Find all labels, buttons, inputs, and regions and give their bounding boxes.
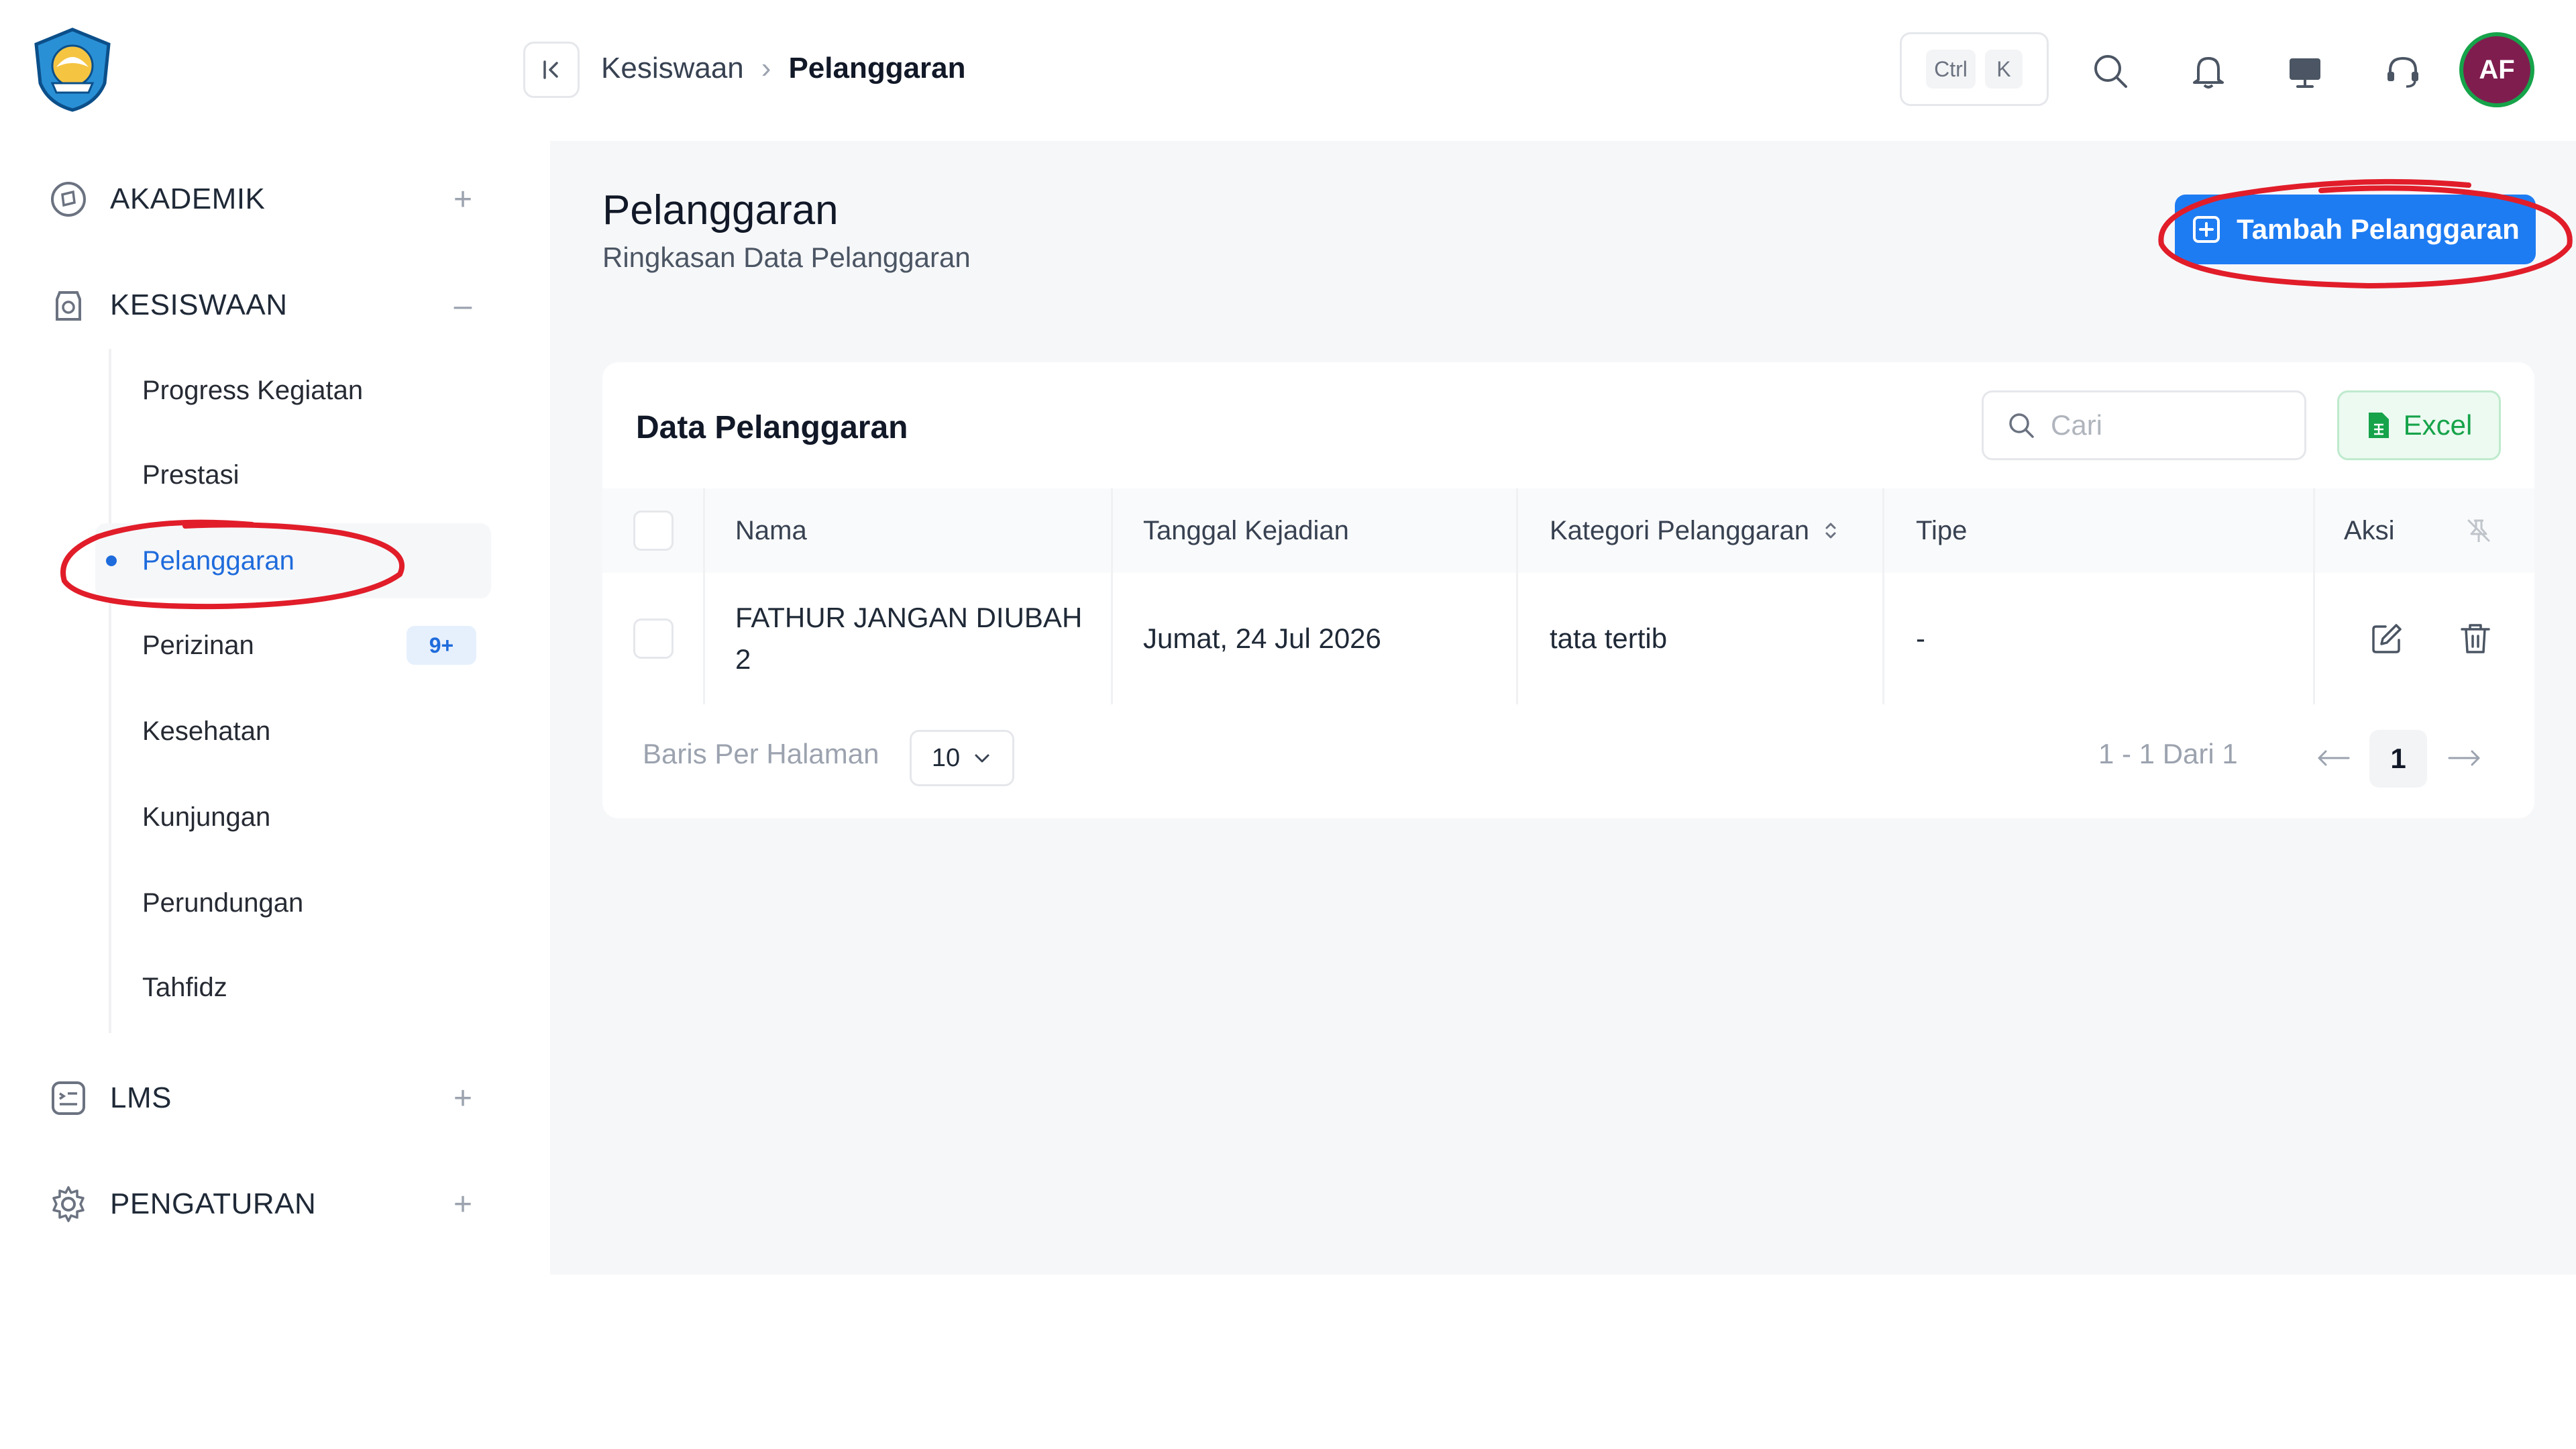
sidebar-item-perizinan[interactable]: Perizinan 9+ <box>95 608 491 683</box>
rows-per-page-value: 10 <box>931 743 961 772</box>
column-header-tipe[interactable]: Tipe <box>1916 488 1967 573</box>
monitor-icon[interactable] <box>2281 47 2329 95</box>
lms-icon <box>47 1077 90 1120</box>
select-all-checkbox-cell <box>633 488 674 573</box>
blank-area <box>0 1275 2576 1449</box>
cell-tanggal: Jumat, 24 Jul 2026 <box>1143 623 1381 654</box>
sidebar-item-label: Kesehatan <box>142 716 271 746</box>
data-card: Data Pelanggaran Excel Nama Tanggal Keja… <box>602 362 2534 818</box>
command-shortcut-button[interactable]: Ctrl K <box>1900 32 2049 106</box>
breadcrumb: Kesiswaan › Pelanggaran <box>601 48 966 89</box>
page-subtitle: Ringkasan Data Pelanggaran <box>602 241 971 273</box>
collapse-left-icon <box>543 60 558 79</box>
sidebar: AKADEMIK + KESISWAAN – Progress Kegiatan… <box>0 0 550 1275</box>
menu-lms[interactable]: LMS + <box>47 1068 483 1128</box>
row-checkbox[interactable] <box>633 619 674 659</box>
row-checkbox-cell <box>633 573 674 704</box>
sidebar-item-label: Perundungan <box>142 888 304 918</box>
column-divider <box>1111 488 1113 704</box>
unpin-column-icon[interactable] <box>2465 488 2493 573</box>
sidebar-item-prestasi[interactable]: Prestasi <box>95 437 491 513</box>
collapse-icon[interactable]: – <box>443 287 483 324</box>
gear-icon <box>47 1183 90 1226</box>
excel-file-icon <box>2368 413 2389 438</box>
sidebar-item-label: Pelanggaran <box>142 545 294 576</box>
rows-per-page-label: Baris Per Halaman <box>643 738 879 769</box>
expand-icon[interactable]: + <box>443 181 483 218</box>
prev-page-icon[interactable] <box>2312 737 2355 780</box>
sidebar-item-pelanggaran[interactable]: Pelanggaran <box>95 523 491 598</box>
rows-per-page-select[interactable]: 10 <box>910 730 1014 786</box>
column-header-nama[interactable]: Nama <box>735 488 807 573</box>
edit-icon[interactable] <box>2369 573 2404 704</box>
table-row[interactable]: FATHUR JANGAN DIUBAH 2 Jumat, 24 Jul 202… <box>602 573 2534 704</box>
search-icon[interactable] <box>2086 47 2135 95</box>
sidebar-item-label: Tahfidz <box>142 972 227 1002</box>
column-divider <box>2313 488 2315 704</box>
export-excel-button[interactable]: Excel <box>2337 390 2501 460</box>
pagination-range: 1 - 1 Dari 1 <box>2098 738 2238 769</box>
headset-support-icon[interactable] <box>2379 47 2427 95</box>
sidebar-item-label: Prestasi <box>142 460 239 490</box>
menu-kesiswaan[interactable]: KESISWAAN – <box>47 275 483 335</box>
chevron-down-icon <box>975 754 989 763</box>
next-page-icon[interactable] <box>2443 737 2486 780</box>
menu-kesiswaan-label: KESISWAAN <box>110 288 288 321</box>
column-header-kategori-label: Kategori Pelanggaran <box>1550 515 1809 545</box>
select-all-checkbox[interactable] <box>633 511 674 551</box>
add-pelanggaran-button[interactable]: Tambah Pelanggaran <box>2175 195 2536 264</box>
menu-pengaturan[interactable]: PENGATURAN + <box>47 1174 483 1234</box>
menu-lms-label: LMS <box>110 1081 172 1114</box>
bell-icon[interactable] <box>2184 47 2233 95</box>
sort-icon[interactable] <box>1821 519 1840 543</box>
sidebar-item-label: Perizinan <box>142 630 254 660</box>
main-content: Pelanggaran Ringkasan Data Pelanggaran T… <box>550 141 2576 1275</box>
column-divider <box>1516 488 1518 704</box>
cell-kategori: tata tertib <box>1550 623 1668 654</box>
breadcrumb-kesiswaan[interactable]: Kesiswaan <box>601 52 744 85</box>
cell-tipe: - <box>1916 623 1925 654</box>
sidebar-item-tahfidz[interactable]: Tahfidz <box>95 950 491 1025</box>
table-header: Nama Tanggal Kejadian Kategori Pelanggar… <box>602 488 2534 573</box>
expand-icon[interactable]: + <box>443 1080 483 1117</box>
cell-nama: FATHUR JANGAN DIUBAH 2 <box>735 602 1083 675</box>
school-logo[interactable] <box>30 27 115 113</box>
column-divider <box>703 488 705 704</box>
menu-akademik-label: AKADEMIK <box>110 182 266 215</box>
column-divider <box>1882 488 1884 704</box>
menu-akademik[interactable]: AKADEMIK + <box>47 169 483 229</box>
column-header-kategori[interactable]: Kategori Pelanggaran <box>1550 488 1840 573</box>
add-pelanggaran-label: Tambah Pelanggaran <box>2237 213 2520 245</box>
column-header-aksi: Aksi <box>2344 515 2395 545</box>
trash-icon[interactable] <box>2459 573 2491 704</box>
expand-icon[interactable]: + <box>443 1186 483 1223</box>
sidebar-item-label: Progress Kegiatan <box>142 375 364 405</box>
search-icon <box>2009 413 2034 438</box>
sidebar-item-progress-kegiatan[interactable]: Progress Kegiatan <box>95 353 491 428</box>
menu-pengaturan-label: PENGATURAN <box>110 1187 317 1220</box>
kbd-k: K <box>1984 50 2023 89</box>
sidebar-collapse-button[interactable] <box>523 42 580 98</box>
page-title: Pelanggaran <box>602 187 839 233</box>
sidebar-item-kesehatan[interactable]: Kesehatan <box>95 694 491 769</box>
sidebar-item-kunjungan[interactable]: Kunjungan <box>95 780 491 855</box>
breadcrumb-current: Pelanggaran <box>788 52 966 85</box>
search-field[interactable] <box>1982 390 2306 460</box>
search-input[interactable] <box>2051 409 2279 441</box>
sidebar-item-label: Kunjungan <box>142 802 271 832</box>
table-footer: Baris Per Halaman 10 1 - 1 Dari 1 1 <box>602 724 2534 792</box>
student-icon <box>47 284 90 327</box>
academic-icon <box>47 178 90 221</box>
notification-badge: 9+ <box>407 626 476 665</box>
plus-square-icon <box>2193 216 2220 243</box>
excel-label: Excel <box>2403 409 2473 441</box>
card-title: Data Pelanggaran <box>636 410 908 445</box>
sidebar-item-perundungan[interactable]: Perundungan <box>95 865 491 941</box>
column-header-tanggal[interactable]: Tanggal Kejadian <box>1143 488 1349 573</box>
kbd-ctrl: Ctrl <box>1926 50 1976 89</box>
avatar[interactable]: AF <box>2459 32 2534 107</box>
breadcrumb-separator-icon: › <box>761 52 771 85</box>
page-number-current[interactable]: 1 <box>2369 730 2427 788</box>
active-dot-icon <box>106 555 117 566</box>
